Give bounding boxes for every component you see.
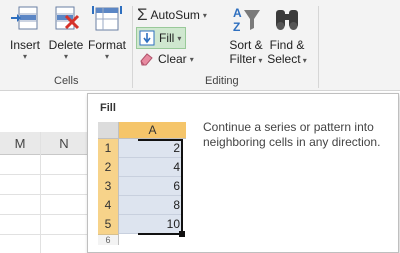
chevron-down-icon: ▾ (202, 10, 207, 20)
fill-handle (179, 231, 185, 237)
preview-row-number: 5 (98, 215, 119, 235)
fill-button[interactable]: Fill ▾ (136, 27, 187, 49)
chevron-down-icon: ▾ (177, 33, 182, 43)
preview-row-number: 4 (98, 196, 119, 216)
svg-text:Z: Z (233, 20, 240, 34)
preview-row-number: 1 (98, 139, 119, 159)
delete-button[interactable]: Delete ▾ (47, 4, 85, 61)
fill-down-icon (139, 30, 155, 46)
delete-cells-icon (50, 4, 82, 36)
chevron-down-icon: ▾ (104, 52, 109, 61)
eraser-icon (138, 51, 154, 67)
group-separator (132, 6, 133, 88)
chevron-down-icon: ▾ (189, 54, 194, 64)
fill-tooltip: Fill A 1 2 3 4 5 6 2 4 6 8 10 Continue a… (87, 93, 399, 253)
autosum-label: AutoSum (150, 8, 200, 22)
clear-label: Clear (158, 52, 187, 66)
preview-row-number: 6 (98, 235, 119, 245)
select-all-corner (98, 122, 119, 139)
preview-row-number: 3 (98, 177, 119, 197)
find-label-1: Find & (269, 38, 305, 52)
find-select-button[interactable]: Find & Select ▾ (266, 4, 308, 68)
sigma-icon: Σ (137, 5, 148, 24)
gridline (0, 174, 87, 175)
tooltip-preview-sheet: A 1 2 3 4 5 6 2 4 6 8 10 (98, 122, 186, 246)
gridline (0, 214, 87, 215)
autosum-button[interactable]: Σ AutoSum ▾ (137, 5, 207, 25)
binoculars-icon (271, 4, 303, 36)
clear-button[interactable]: Clear ▾ (138, 49, 194, 69)
delete-label: Delete (48, 38, 84, 52)
find-label-2: Select (267, 52, 301, 66)
preview-row-number: 2 (98, 158, 119, 178)
gridline (0, 234, 87, 235)
insert-label: Insert (9, 38, 40, 52)
svg-text:A: A (233, 6, 242, 20)
column-header-m[interactable]: M (0, 132, 40, 155)
cells-group-label: Cells (54, 75, 79, 87)
format-button[interactable]: Format ▾ (87, 4, 127, 61)
chevron-down-icon: ▾ (256, 56, 263, 65)
sort-label-1: Sort & (229, 38, 263, 52)
fill-label: Fill (159, 31, 175, 45)
chevron-down-icon: ▾ (63, 52, 68, 61)
group-separator (318, 6, 319, 88)
tooltip-description: Continue a series or pattern into neighb… (203, 120, 381, 149)
gridline (0, 194, 87, 195)
preview-selection-border (138, 139, 183, 235)
format-cells-icon (91, 4, 123, 36)
sort-label-2: Filter (229, 52, 257, 66)
sort-filter-button[interactable]: A Z Sort & Filter ▾ (226, 4, 266, 68)
chevron-down-icon: ▾ (22, 52, 27, 61)
sort-filter-icon: A Z (230, 4, 262, 36)
chevron-down-icon: ▾ (300, 56, 307, 65)
insert-cells-icon (9, 4, 41, 36)
editing-group-label: Editing (205, 75, 239, 87)
tooltip-title: Fill (100, 102, 116, 114)
ribbon: Insert ▾ Delete ▾ Format ▾ Cells Σ AutoS… (0, 0, 400, 91)
preview-column-header: A (119, 122, 186, 139)
insert-button[interactable]: Insert ▾ (6, 4, 44, 61)
column-header-n[interactable]: N (41, 132, 87, 155)
format-label: Format (87, 38, 126, 52)
